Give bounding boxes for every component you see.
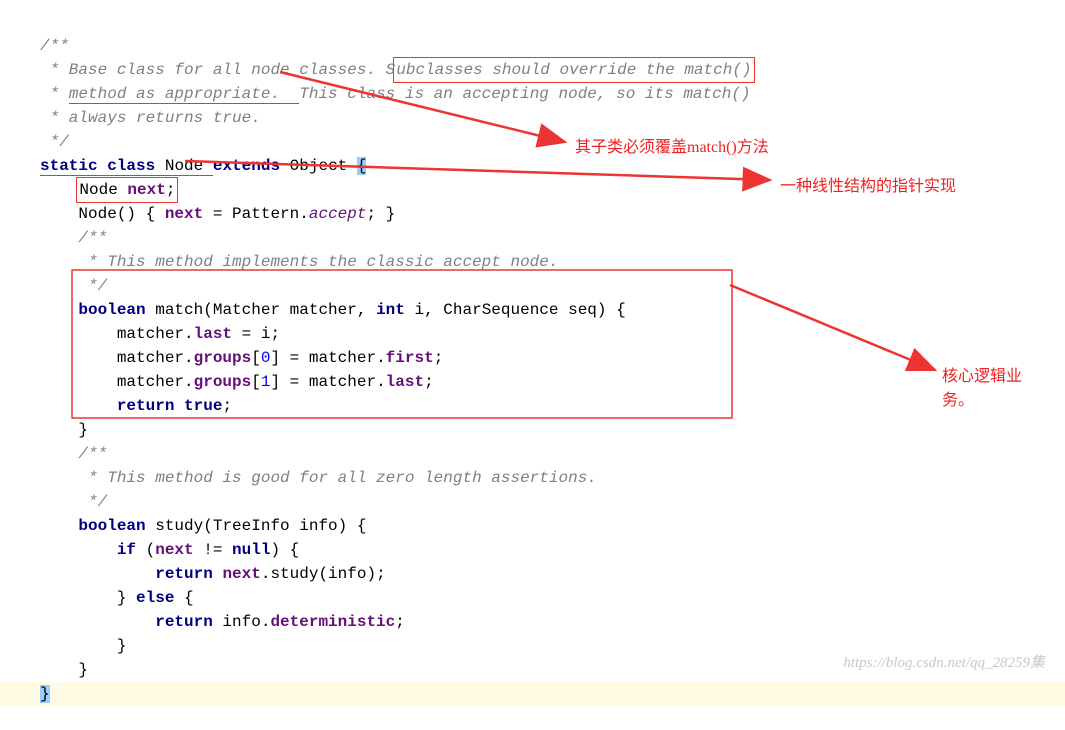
code-line: return next.study(info);	[40, 565, 386, 583]
code-block: /** * Base class for all node classes. S…	[0, 0, 1065, 730]
comment-line: * method as appropriate. This class is a…	[40, 85, 751, 104]
comment-line: /**	[40, 229, 107, 247]
comment-line: * always returns true.	[40, 109, 261, 127]
code-line: return info.deterministic;	[40, 613, 405, 631]
code-line: if (next != null) {	[40, 541, 299, 559]
highlight-box: ubclasses should override the match()	[393, 57, 754, 83]
annotation-text: 其子类必须覆盖match()方法	[575, 133, 769, 157]
watermark: https://blog.csdn.net/qq_28259集	[843, 651, 1045, 672]
annotation-text: 一种线性结构的指针实现	[780, 172, 956, 196]
comment-line: /**	[40, 445, 107, 463]
comment-line: * This method implements the classic acc…	[40, 253, 558, 271]
comment-line: */	[40, 493, 107, 511]
code-line: matcher.last = i;	[40, 325, 280, 343]
code-line: static class Node extends Object {	[40, 157, 366, 176]
code-line: Node() { next = Pattern.accept; }	[40, 205, 395, 223]
comment-line: * This method is good for all zero lengt…	[40, 469, 597, 487]
code-line: return true;	[40, 397, 232, 415]
comment-line: /**	[40, 37, 69, 55]
code-line: matcher.groups[1] = matcher.last;	[40, 373, 434, 391]
highlight-box: Node next;	[76, 177, 178, 203]
comment-line: */	[40, 133, 69, 151]
annotation-text: 核心逻辑业务。	[942, 362, 1052, 410]
code-line: Node next;	[40, 181, 176, 199]
code-line: }	[0, 682, 1065, 706]
code-line: }	[40, 421, 88, 439]
comment-line: */	[40, 277, 107, 295]
comment-line: * Base class for all node classes. Subcl…	[40, 61, 753, 79]
code-line: boolean match(Matcher matcher, int i, Ch…	[40, 301, 626, 319]
code-line: }	[40, 637, 126, 655]
code-line: } else {	[40, 589, 194, 607]
code-line: boolean study(TreeInfo info) {	[40, 517, 366, 535]
code-line: }	[40, 661, 88, 679]
underline: method as appropriate.	[69, 85, 299, 104]
code-line: matcher.groups[0] = matcher.first;	[40, 349, 443, 367]
